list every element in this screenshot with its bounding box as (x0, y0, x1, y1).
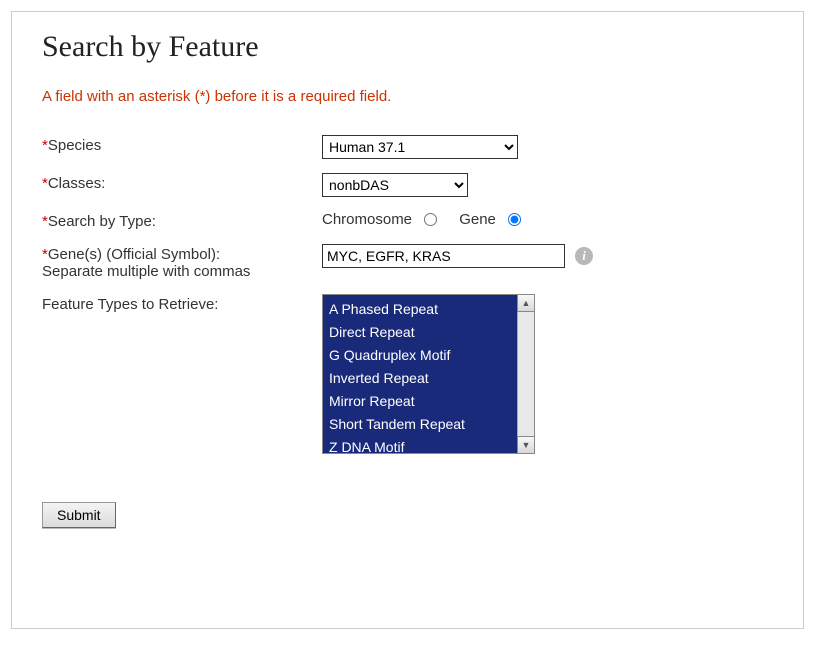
search-type-radio-group: Chromosome Gene (322, 211, 773, 228)
form-container: Search by Feature A field with an asteri… (11, 11, 804, 629)
genes-label-col: *Gene(s) (Official Symbol): Separate mul… (42, 244, 322, 280)
list-item[interactable]: Z DNA Motif (329, 437, 528, 454)
search-type-label: Search by Type: (48, 213, 156, 230)
row-search-type: *Search by Type: Chromosome Gene (42, 211, 773, 230)
scroll-down-icon[interactable]: ▼ (517, 436, 535, 454)
scroll-up-icon[interactable]: ▲ (517, 294, 535, 312)
radio-label-gene: Gene (459, 211, 496, 228)
classes-label: Classes: (48, 175, 106, 192)
list-item[interactable]: Inverted Repeat (329, 368, 528, 388)
submit-button[interactable]: Submit (42, 502, 116, 528)
feature-types-label: Feature Types to Retrieve: (42, 296, 218, 313)
list-item[interactable]: G Quadruplex Motif (329, 345, 528, 365)
search-type-label-col: *Search by Type: (42, 211, 322, 230)
row-genes: *Gene(s) (Official Symbol): Separate mul… (42, 244, 773, 280)
row-species: *Species Human 37.1 (42, 135, 773, 159)
genes-label: Gene(s) (Official Symbol): (48, 246, 220, 263)
required-note: A field with an asterisk (*) before it i… (42, 88, 773, 105)
radio-chromosome[interactable] (424, 213, 437, 226)
scroll-track[interactable] (517, 312, 535, 436)
row-classes: *Classes: nonbDAS (42, 173, 773, 197)
genes-sublabel: Separate multiple with commas (42, 263, 322, 280)
species-label-col: *Species (42, 135, 322, 154)
feature-types-label-col: Feature Types to Retrieve: (42, 294, 322, 313)
species-select[interactable]: Human 37.1 (322, 135, 518, 159)
row-feature-types: Feature Types to Retrieve: A Phased Repe… (42, 294, 773, 454)
list-item[interactable]: Short Tandem Repeat (329, 414, 528, 434)
list-item[interactable]: A Phased Repeat (329, 299, 528, 319)
list-item[interactable]: Mirror Repeat (329, 391, 528, 411)
feature-types-multiselect[interactable]: A Phased Repeat Direct Repeat G Quadrupl… (322, 294, 535, 454)
classes-select[interactable]: nonbDAS (322, 173, 468, 197)
page-title: Search by Feature (42, 30, 773, 64)
radio-label-chromosome: Chromosome (322, 211, 412, 228)
info-icon[interactable]: i (575, 247, 593, 265)
species-label: Species (48, 137, 101, 154)
list-item[interactable]: Direct Repeat (329, 322, 528, 342)
feature-types-multiselect-wrapper: A Phased Repeat Direct Repeat G Quadrupl… (322, 294, 535, 454)
radio-gene[interactable] (508, 213, 521, 226)
classes-label-col: *Classes: (42, 173, 322, 192)
genes-input[interactable] (322, 244, 565, 268)
